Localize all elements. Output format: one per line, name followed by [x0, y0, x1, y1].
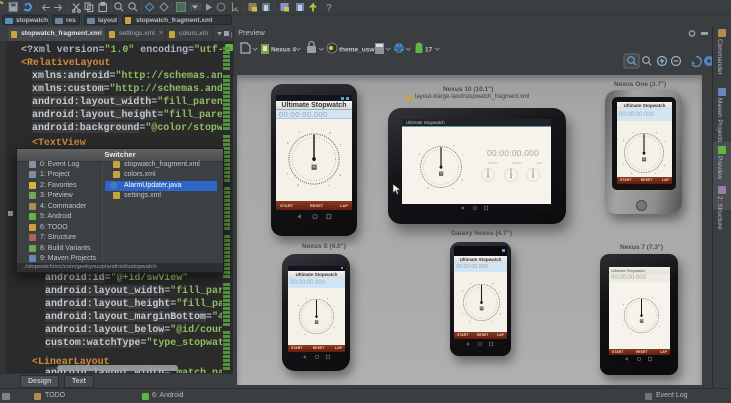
svg-text:?: ?: [326, 3, 332, 14]
svg-text:theme_usw: theme_usw: [339, 47, 375, 54]
svg-text:Nexus 4: Nexus 4: [271, 47, 296, 54]
svg-text:1: 1: [230, 33, 232, 38]
svg-text:17: 17: [425, 47, 433, 54]
